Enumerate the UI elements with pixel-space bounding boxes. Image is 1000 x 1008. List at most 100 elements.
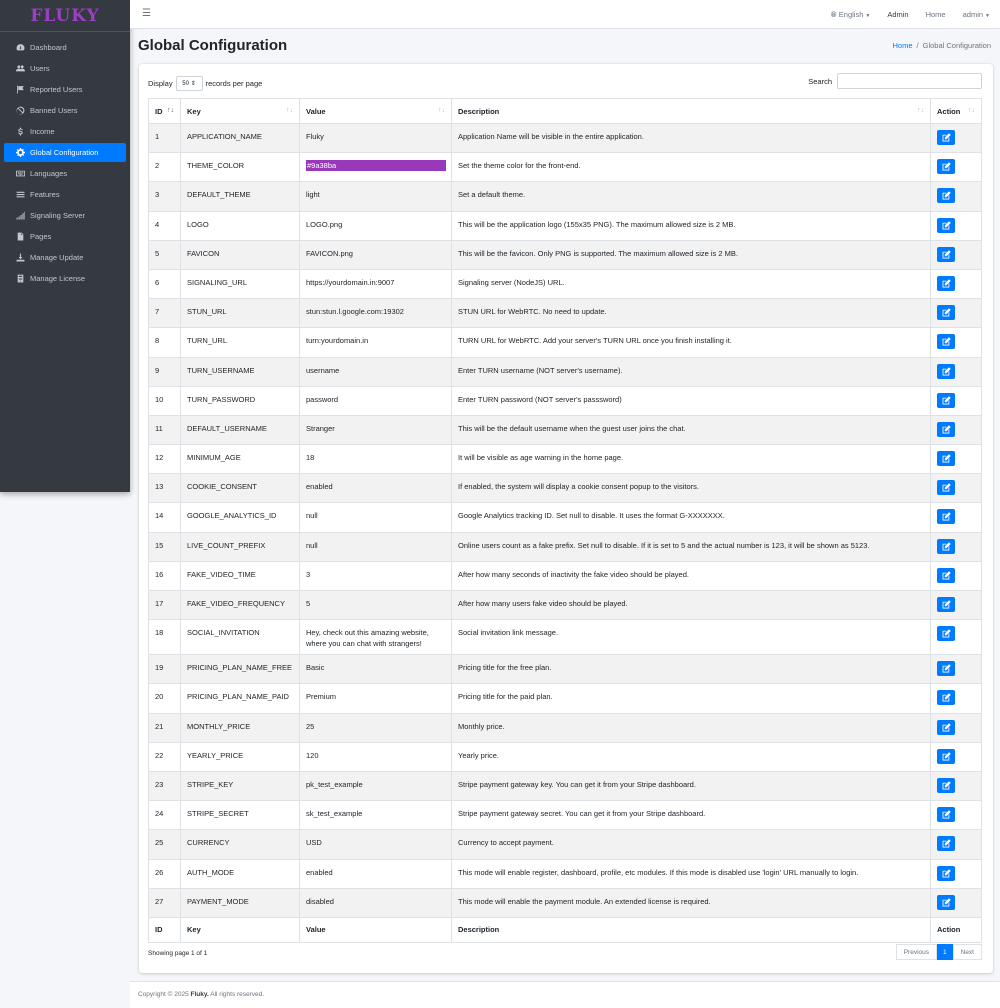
pagination-next[interactable]: Next (952, 944, 982, 960)
edit-button[interactable] (937, 421, 955, 437)
pagination-previous[interactable]: Previous (895, 944, 937, 960)
sidebar-item-languages[interactable]: Languages (4, 164, 126, 183)
sidebar-item-signaling-server[interactable]: Signaling Server (4, 206, 126, 225)
edit-button[interactable] (937, 719, 955, 735)
theme-color-swatch[interactable]: #9a38ba (306, 160, 446, 172)
table-row: 7 STUN_URL stun:stun.l.google.com:19302 STU… (148, 298, 982, 329)
admin-link[interactable]: Admin (887, 10, 908, 19)
brand-logo[interactable]: FLUKY (0, 0, 130, 32)
table-row: 1 APPLICATION_NAME Fluky Application Name w… (148, 122, 982, 154)
sidebar-item-features[interactable]: Features (4, 185, 126, 204)
edit-button[interactable] (937, 690, 955, 706)
sidebar-item-reported-users[interactable]: Reported Users (4, 80, 126, 99)
row-key: FAVICON (180, 239, 300, 270)
row-action (930, 800, 982, 831)
header-action[interactable]: Action ↑↓ (930, 98, 982, 124)
footer: Copyright © 2025 Fluky. All rights reser… (130, 981, 1000, 1008)
user-dropdown[interactable]: admin ▼ (963, 10, 990, 19)
sidebar-item-manage-license[interactable]: Manage License (4, 269, 126, 288)
edit-button[interactable] (937, 661, 955, 677)
row-action (930, 268, 982, 300)
sidebar-item-label: Features (30, 190, 60, 199)
row-value: Hey, check out this amazing website, whe… (299, 619, 452, 656)
row-description: Stripe payment gateway key. You can get … (451, 770, 931, 802)
records-label: records per page (205, 79, 263, 88)
row-description: This will be the favicon. Only PNG is su… (451, 239, 931, 270)
header-value[interactable]: Value ↑↓ (299, 98, 452, 124)
language-dropdown[interactable]: 🌐︎ English ▼ (831, 10, 871, 20)
copyright-brand[interactable]: Fluky. (191, 991, 209, 998)
sidebar-item-pages[interactable]: Pages (4, 227, 126, 246)
header-key[interactable]: Key ↑↓ (180, 98, 300, 124)
per-page-select[interactable]: 50 ⇕ (175, 76, 203, 91)
edit-button[interactable] (937, 836, 955, 852)
edit-button[interactable] (937, 748, 955, 764)
row-action (930, 683, 982, 714)
row-key: DEFAULT_THEME (180, 181, 300, 212)
edit-button[interactable] (937, 777, 955, 793)
sidebar-item-label: Languages (30, 169, 68, 178)
sidebar-item-dashboard[interactable]: Dashboard (4, 38, 126, 57)
edit-button[interactable] (937, 159, 955, 175)
row-value: password (299, 385, 452, 416)
caret-down-icon: ▼ (865, 12, 871, 19)
home-link[interactable]: Home (926, 10, 946, 19)
edit-button[interactable] (937, 894, 955, 910)
header-description-label: Description (458, 106, 500, 116)
edit-button[interactable] (937, 538, 955, 554)
row-id: 7 (148, 298, 181, 329)
row-description: Google Analytics tracking ID. Set null t… (451, 502, 931, 533)
row-id: 25 (148, 829, 181, 860)
edit-button[interactable] (937, 567, 955, 583)
row-description: Set the theme color for the front-end. (451, 152, 931, 183)
table-row: 3 DEFAULT_THEME light Set a default theme. (148, 181, 982, 212)
breadcrumb-home[interactable]: Home (893, 41, 913, 50)
edit-button[interactable] (937, 275, 955, 291)
edit-button[interactable] (937, 509, 955, 525)
sidebar-item-income[interactable]: Income (4, 122, 126, 141)
edit-button[interactable] (937, 480, 955, 496)
row-description: After how many seconds of inactivity the… (451, 560, 931, 592)
sidebar-item-users[interactable]: Users (4, 59, 126, 78)
hamburger-menu-icon[interactable]: ☰ (142, 8, 151, 19)
row-id: 27 (148, 887, 181, 918)
row-key: TURN_PASSWORD (180, 385, 300, 416)
sidebar-item-global-configuration[interactable]: Global Configuration (4, 143, 126, 162)
edit-button[interactable] (937, 597, 955, 612)
table-row: 16 FAKE_VIDEO_TIME 3 After how many seconds… (148, 560, 982, 592)
edit-button[interactable] (937, 188, 955, 204)
table-row: 14 GOOGLE_ANALYTICS_ID null Google Analytic… (148, 502, 982, 533)
edit-button[interactable] (937, 865, 955, 881)
row-value: USD (299, 829, 452, 860)
edit-button[interactable] (937, 246, 955, 262)
sidebar-item-manage-update[interactable]: Manage Update (4, 248, 126, 267)
row-id: 20 (148, 683, 181, 714)
edit-button[interactable] (937, 363, 955, 379)
edit-button[interactable] (937, 130, 955, 145)
row-value: LOGO.png (299, 210, 452, 241)
edit-icon (942, 220, 951, 230)
row-action (930, 829, 982, 860)
row-action (930, 444, 982, 475)
edit-button[interactable] (937, 217, 955, 233)
row-description: Application Name will be visible in the … (451, 122, 931, 154)
sidebar-item-label: Users (30, 64, 50, 73)
header-id[interactable]: ID ↑↓ (148, 98, 181, 124)
edit-button[interactable] (937, 807, 955, 823)
top-navbar: ☰ 🌐︎ English ▼ Admin Home admin ▼ (130, 0, 1000, 29)
header-key-label: Key (187, 106, 201, 116)
breadcrumb: Home / Global Configuration (893, 41, 992, 50)
search-input[interactable] (837, 73, 982, 89)
edit-button[interactable] (937, 451, 955, 467)
header-description[interactable]: Description ↑↓ (451, 98, 931, 124)
row-description: Set a default theme. (451, 181, 931, 212)
edit-button[interactable] (937, 334, 955, 350)
row-description: This will be the default username when t… (451, 414, 931, 446)
pagination-page-1[interactable]: 1 (937, 944, 953, 960)
sidebar-item-banned-users[interactable]: Banned Users (4, 101, 126, 120)
gear-icon (14, 148, 26, 157)
edit-button[interactable] (937, 305, 955, 321)
copyright-prefix: Copyright © 2025 (138, 991, 189, 998)
edit-button[interactable] (937, 392, 955, 408)
edit-button[interactable] (937, 626, 955, 642)
